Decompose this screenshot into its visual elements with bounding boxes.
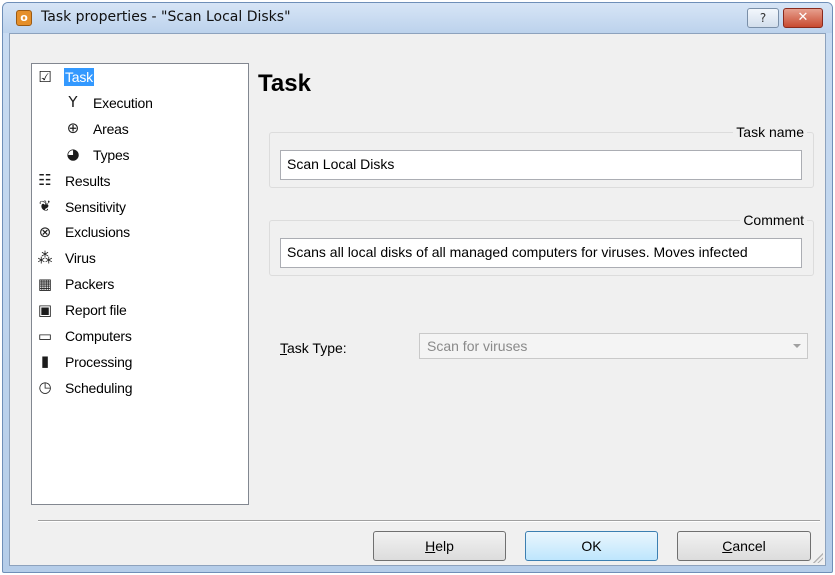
types-icon: ◕ — [66, 145, 80, 164]
task-name-group: Task name Scan Local Disks — [269, 124, 814, 188]
window-title: Task properties - "Scan Local Disks" — [41, 9, 291, 25]
report-file-icon: ▣ — [37, 300, 53, 319]
results-checklist-icon: ☷ — [38, 171, 52, 190]
globe-icon: ⊕ — [66, 119, 80, 138]
help-button[interactable]: Help — [373, 531, 506, 561]
packers-icon: ▦ — [37, 274, 53, 293]
app-logo-icon: o — [16, 10, 32, 26]
monitor-icon: ▭ — [37, 326, 53, 345]
comment-input[interactable]: Scans all local disks of all managed com… — [280, 238, 802, 268]
comment-group: Comment Scans all local disks of all man… — [269, 212, 814, 276]
clipboard-check-icon: ☑ — [38, 67, 52, 86]
bar-chart-icon: ▮ — [40, 352, 50, 371]
task-type-value: Scan for viruses — [427, 338, 528, 354]
task-properties-window: o Task properties - "Scan Local Disks" ?… — [2, 2, 833, 573]
tree-item-label: Exclusions — [65, 224, 130, 241]
task-type-select[interactable]: Scan for viruses — [419, 333, 808, 359]
exclusion-circle-x-icon: ⊗ — [38, 222, 52, 241]
tree-item-label: Virus — [65, 250, 96, 267]
branch-icon: Y — [68, 93, 78, 112]
virus-icon: ⁂ — [37, 248, 53, 267]
titlebar-help-button[interactable]: ? — [747, 8, 779, 28]
cancel-button[interactable]: Cancel — [677, 531, 811, 561]
title-bar[interactable]: o Task properties - "Scan Local Disks" ?… — [3, 3, 832, 33]
ok-button[interactable]: OK — [525, 531, 658, 561]
tree-item-label: Areas — [93, 120, 129, 137]
tree-item-label: Processing — [65, 353, 133, 370]
titlebar-close-button[interactable]: ✕ — [783, 8, 823, 28]
comment-label: Comment — [740, 212, 807, 228]
settings-tree[interactable]: ☑ Task Y Execution ⊕ Areas ◕ Types ☷ Results ❦ Sens… — [31, 63, 249, 505]
task-type-label: Task Type: — [280, 340, 347, 356]
tree-item-label: Scheduling — [65, 379, 133, 396]
dialog-client-area: ☑ Task Y Execution ⊕ Areas ◕ Types ☷ Results ❦ Sens… — [9, 33, 826, 566]
feather-icon: ❦ — [38, 197, 52, 215]
button-divider — [38, 520, 820, 522]
page-title: Task — [258, 70, 311, 97]
task-name-label: Task name — [733, 124, 807, 140]
tree-item-label: Report file — [65, 302, 127, 319]
task-name-input[interactable]: Scan Local Disks — [280, 150, 802, 180]
tree-item-label: Execution — [93, 94, 153, 111]
tree-item-label: Computers — [65, 328, 132, 344]
resize-grip[interactable] — [813, 553, 823, 563]
tree-item-label: Sensitivity — [65, 198, 126, 215]
chevron-down-icon — [793, 344, 801, 348]
tree-item-label: Results — [65, 172, 111, 189]
clock-icon: ◷ — [38, 378, 52, 397]
tree-item-label: Task — [64, 68, 94, 86]
tree-item-label: Types — [93, 146, 130, 163]
tree-item-label: Packers — [65, 276, 115, 293]
